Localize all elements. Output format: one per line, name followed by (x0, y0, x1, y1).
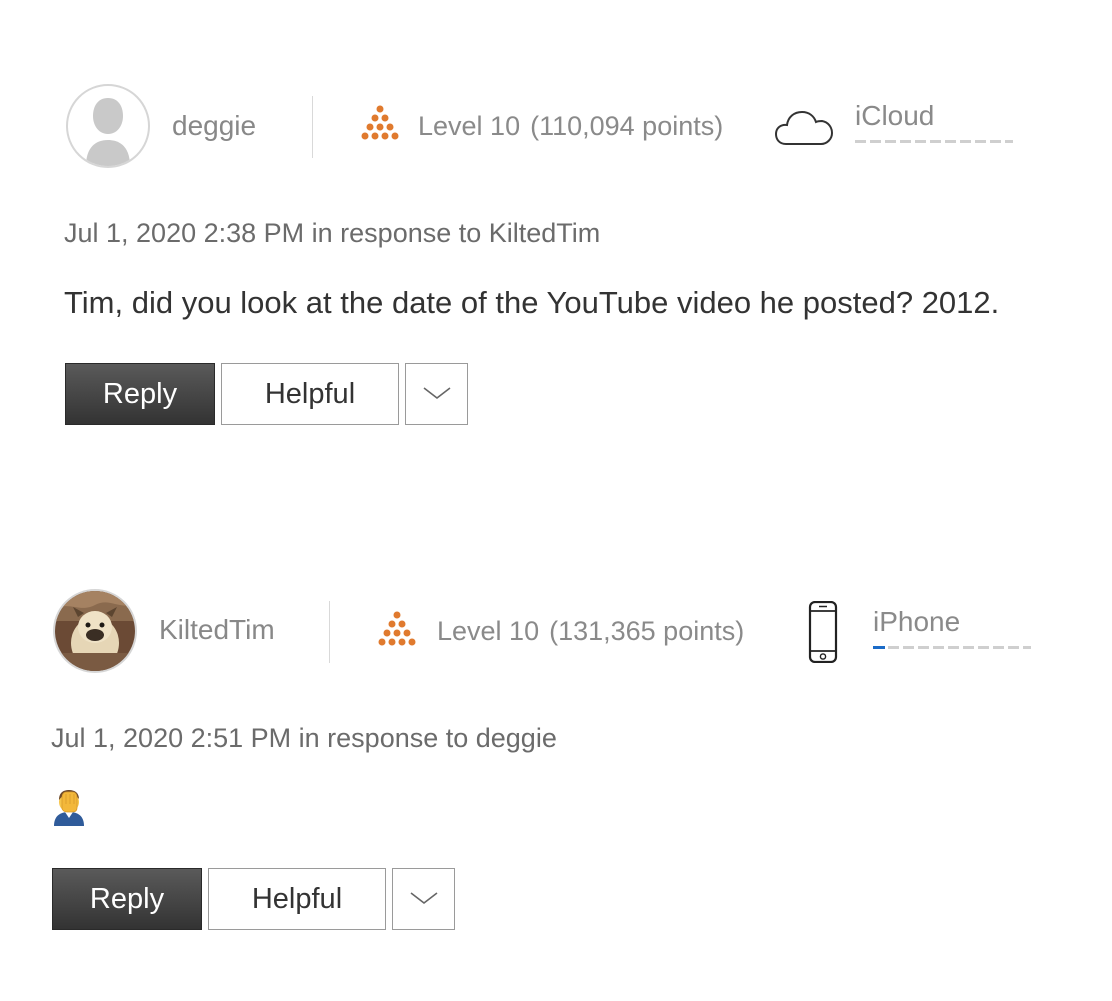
reply-post: KiltedTim Level 10 (131,365 points) iPhon… (0, 0, 1112, 1001)
helpful-button[interactable]: Helpful (208, 868, 386, 930)
reply-button[interactable]: Reply (52, 868, 202, 930)
user-level: Level 10 (131,365 points) (437, 615, 744, 647)
community-progress-bar (873, 646, 1031, 649)
post-timestamp: Jul 1, 2020 2:51 PM in response to deggi… (51, 723, 557, 753)
header-divider (329, 601, 330, 663)
community-progress-fill (873, 646, 885, 649)
avatar[interactable] (53, 589, 137, 673)
iphone-icon (808, 601, 838, 663)
points-label: (131,365 points) (549, 616, 745, 646)
person-facepalming-emoji (54, 790, 84, 826)
dog-photo-icon (55, 591, 135, 671)
community-name[interactable]: iPhone (873, 606, 960, 638)
more-options-button[interactable] (392, 868, 455, 930)
level-pyramid-icon (378, 611, 416, 646)
author-name[interactable]: KiltedTim (159, 614, 275, 646)
level-label: Level 10 (437, 616, 540, 646)
chevron-down-icon (410, 892, 437, 905)
